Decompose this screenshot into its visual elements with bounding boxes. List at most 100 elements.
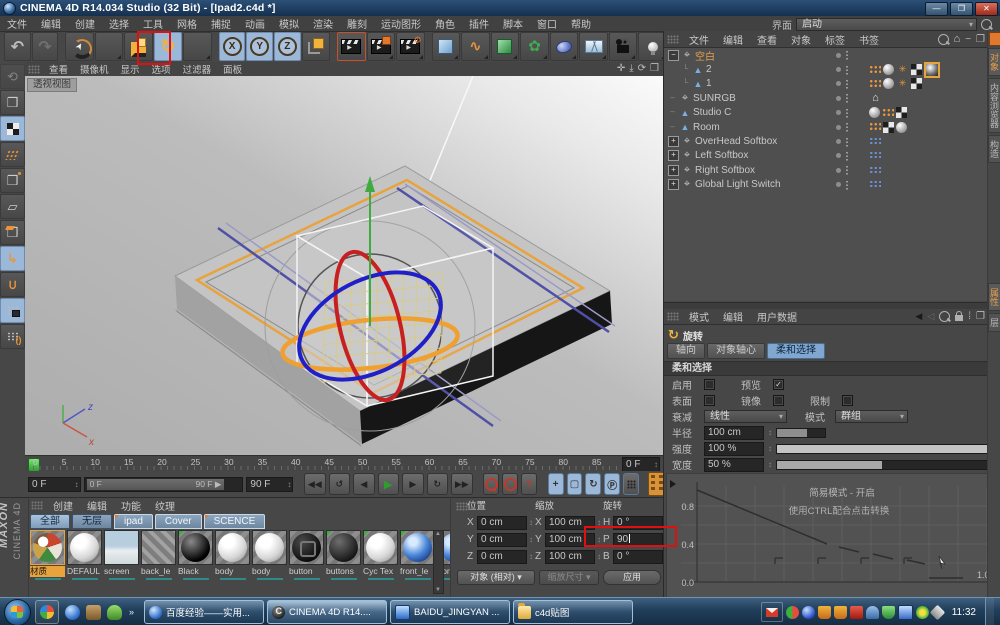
rotation-p-field[interactable]: 90 <box>613 533 663 547</box>
editor-visibility-dot[interactable] <box>836 125 841 130</box>
strength-field[interactable]: 100 % <box>704 442 764 456</box>
visibility-toggles[interactable] <box>836 50 849 60</box>
scale-x-field[interactable]: 100 cm <box>545 516 595 530</box>
viewport-menu-item-2[interactable]: 显示 <box>115 62 146 76</box>
material-thumbnail[interactable] <box>67 530 102 565</box>
falloff-curve[interactable] <box>697 490 963 578</box>
xpresso-tag-icon[interactable] <box>869 151 881 160</box>
coordinate-mode-dropdown[interactable]: 对象 (相对) ▾ <box>457 570 535 585</box>
menu-item-12[interactable]: 角色 <box>428 16 462 31</box>
tray-bag-icon[interactable] <box>818 606 831 619</box>
panel-tab-2[interactable]: 构造 <box>988 135 1000 163</box>
material-tab-0[interactable]: 全部 <box>30 514 70 529</box>
make-editable-icon[interactable]: ⟲ <box>0 64 25 89</box>
panel-tab-1[interactable]: 内容浏览器 <box>988 78 1000 133</box>
render-visibility-dots[interactable] <box>845 151 849 161</box>
material-tab-1[interactable]: 无层 <box>72 514 112 529</box>
graph-expand-arrow[interactable] <box>670 480 676 488</box>
goto-start-button[interactable]: ◀◀ <box>304 473 326 495</box>
material-scrollbar[interactable] <box>433 530 444 594</box>
render-settings-icon[interactable]: ⚙ <box>396 32 425 61</box>
material-thumbnail[interactable] <box>178 530 213 565</box>
taskbar-task-0[interactable]: 百度经验——实用... <box>144 600 264 624</box>
previous-frame-button[interactable]: ◀ <box>353 473 375 495</box>
tray-swirl-icon[interactable] <box>802 606 815 619</box>
tray-pen-icon[interactable] <box>929 604 945 620</box>
om-minimize-icon[interactable]: − <box>965 34 971 45</box>
start-button[interactable] <box>4 599 31 625</box>
visibility-toggles[interactable] <box>836 151 849 161</box>
key-position-toggle[interactable]: + <box>548 473 564 495</box>
menu-item-1[interactable]: 编辑 <box>34 16 68 31</box>
last-used-tool-icon[interactable] <box>183 32 212 61</box>
size-mode-dropdown[interactable]: 缩放尺寸 ▾ <box>539 570 599 585</box>
record-keyframe-button[interactable] <box>483 473 499 495</box>
tree-item-3[interactable]: –SUNRGB <box>664 91 988 105</box>
tree-item-0[interactable]: −空白 <box>664 48 988 62</box>
minimize-button[interactable]: — <box>925 2 948 16</box>
star-tag-icon[interactable] <box>896 77 909 90</box>
range-start-field[interactable]: 0 F↕ <box>28 477 81 492</box>
visibility-toggles[interactable] <box>836 165 849 175</box>
tree-item-7[interactable]: +Left Softbox <box>664 149 988 163</box>
viewport-rotate-icon[interactable]: ⟳ <box>638 63 646 74</box>
visibility-toggles[interactable] <box>836 122 849 132</box>
add-environment-icon[interactable] <box>550 32 579 61</box>
editor-visibility-dot[interactable] <box>836 67 841 72</box>
key-pla-toggle[interactable] <box>623 473 639 495</box>
material-thumbnail[interactable] <box>104 530 139 565</box>
panel-grip-icon[interactable] <box>667 312 679 321</box>
tray-avred-icon[interactable] <box>786 606 799 619</box>
taskbar-task-3[interactable]: c4d贴图 <box>513 600 633 624</box>
viewport-pan-icon[interactable]: ✛ <box>617 63 625 74</box>
sphere-tag-icon[interactable] <box>869 107 880 118</box>
taskbar-task-1[interactable]: CINEMA 4D R14.... <box>267 600 387 624</box>
material-item[interactable]: front_le <box>400 530 435 596</box>
lock-x-axis-icon[interactable]: X <box>219 32 246 61</box>
falloff-dropdown[interactable]: 线性 <box>704 410 787 423</box>
tree-item-1[interactable]: └2 <box>664 62 988 76</box>
om-menu-item-5[interactable]: 书签 <box>852 32 886 47</box>
editor-visibility-dot[interactable] <box>836 153 841 158</box>
panel-grip-icon[interactable] <box>31 501 43 510</box>
next-frame-button[interactable]: ▶ <box>402 473 424 495</box>
menu-item-10[interactable]: 雕刻 <box>340 16 374 31</box>
attr-panel-tab-1[interactable]: 层 <box>988 313 1000 332</box>
restrict-checkbox[interactable] <box>842 395 853 406</box>
visibility-toggles[interactable] <box>836 180 849 190</box>
viewport-label[interactable]: 透视视图 <box>27 78 77 92</box>
om-menu-item-3[interactable]: 对象 <box>784 32 818 47</box>
attr-search-icon[interactable] <box>939 311 950 322</box>
tree-item-6[interactable]: +OverHead Softbox <box>664 134 988 148</box>
material-menu-item-1[interactable]: 编辑 <box>80 498 114 513</box>
material-item[interactable]: DEFAUL <box>67 530 102 596</box>
editor-visibility-dot[interactable] <box>836 182 841 187</box>
falloff-curve-editor[interactable]: 0.8 0.4 0.0 1.0 简易模式 - 开启 使用CTRL配合点击转换 <box>666 473 1000 599</box>
xpresso-tag-icon[interactable] <box>869 166 881 175</box>
preview-checkbox[interactable] <box>773 379 784 390</box>
lock-z-axis-icon[interactable]: Z <box>274 32 301 61</box>
tree-item-9[interactable]: +Global Light Switch <box>664 178 988 192</box>
om-home-icon[interactable]: ⌂ <box>954 33 961 45</box>
taskbar-task-2[interactable]: BAIDU_JINGYAN ... <box>390 600 510 624</box>
quicklaunch-ie-icon[interactable] <box>86 605 101 620</box>
clock[interactable]: 11:32 <box>952 607 976 618</box>
render-visibility-dots[interactable] <box>845 108 849 118</box>
add-deformer-icon[interactable] <box>520 32 549 61</box>
checker-tag-icon[interactable] <box>896 107 907 118</box>
viewport-menu-item-4[interactable]: 过滤器 <box>177 62 218 76</box>
expand-icon[interactable]: + <box>668 179 679 190</box>
material-item[interactable]: buttons <box>326 530 361 596</box>
xpresso-tag-icon[interactable] <box>869 180 881 189</box>
lock-y-axis-icon[interactable]: Y <box>246 32 273 61</box>
add-camera-icon[interactable] <box>609 32 638 61</box>
visibility-toggles[interactable] <box>836 93 849 103</box>
tray-mon-icon[interactable] <box>898 605 913 620</box>
rotation-h-field[interactable]: 0 ° <box>613 516 663 530</box>
collapse-icon[interactable]: − <box>668 50 679 61</box>
add-spline-icon[interactable] <box>461 32 490 61</box>
surface-checkbox[interactable] <box>704 395 715 406</box>
menu-item-9[interactable]: 渲染 <box>306 16 340 31</box>
move-tool-icon[interactable] <box>95 32 124 61</box>
tree-item-4[interactable]: –Studio C <box>664 106 988 120</box>
